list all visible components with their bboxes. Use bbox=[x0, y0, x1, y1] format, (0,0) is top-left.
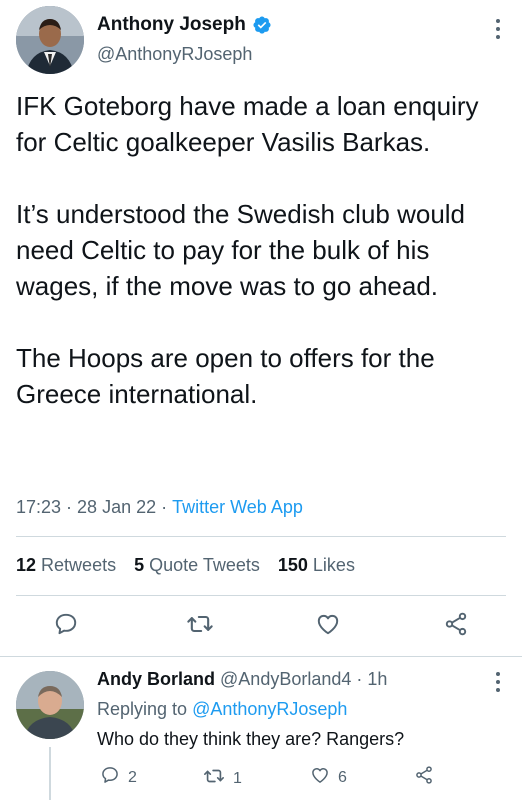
tweet-stats: 12 Retweets 5 Quote Tweets 150 Likes bbox=[16, 555, 355, 576]
meta-separator: · bbox=[156, 497, 173, 517]
tweet-paragraph: The Hoops are open to offers for the Gre… bbox=[16, 343, 435, 409]
like-icon[interactable] bbox=[312, 608, 344, 640]
main-tweet: Anthony Joseph @AnthonyRJoseph IFK Goteb… bbox=[0, 0, 522, 656]
replying-to-handle[interactable]: @AnthonyRJoseph bbox=[192, 699, 347, 719]
share-icon[interactable] bbox=[440, 608, 472, 640]
reply-reply-button[interactable]: 2 bbox=[100, 765, 137, 790]
tweet-paragraph: It’s understood the Swedish club would n… bbox=[16, 199, 466, 301]
reply-header: Andy Borland @AndyBorland4 · 1h bbox=[97, 669, 387, 690]
like-count: 6 bbox=[338, 768, 347, 786]
author-handle[interactable]: @AnthonyRJoseph bbox=[97, 44, 252, 65]
author-avatar[interactable] bbox=[16, 6, 84, 74]
share-icon bbox=[414, 765, 434, 790]
retweet-icon bbox=[203, 765, 225, 792]
reply-actions: 2 1 6 bbox=[0, 765, 522, 789]
verified-badge-icon bbox=[252, 15, 272, 35]
tweet-date[interactable]: 28 Jan 22 bbox=[77, 497, 156, 518]
reply-time[interactable]: · 1h bbox=[356, 669, 387, 689]
divider bbox=[16, 536, 506, 537]
tweet-actions bbox=[0, 608, 522, 644]
tweet-text: IFK Goteborg have made a loan enquiry fo… bbox=[16, 88, 511, 412]
reply-author-avatar[interactable] bbox=[16, 671, 84, 739]
tweet-paragraph: IFK Goteborg have made a loan enquiry fo… bbox=[16, 91, 479, 157]
replying-to: Replying to @AnthonyRJoseph bbox=[97, 699, 348, 719]
likes-stat[interactable]: 150 Likes bbox=[278, 555, 355, 576]
reply-text: Who do they think they are? Rangers? bbox=[97, 729, 405, 749]
reply-like-button[interactable]: 6 bbox=[310, 765, 347, 790]
more-icon[interactable] bbox=[492, 669, 504, 695]
like-icon bbox=[310, 765, 330, 790]
retweet-icon[interactable] bbox=[184, 608, 216, 640]
meta-separator: · bbox=[61, 497, 78, 517]
reply-count: 2 bbox=[128, 768, 137, 786]
reply-icon bbox=[100, 765, 120, 790]
reply-icon[interactable] bbox=[50, 608, 82, 640]
reply-author-handle[interactable]: @AndyBorland4 bbox=[220, 669, 351, 689]
tweet-time[interactable]: 17:23 bbox=[16, 497, 61, 518]
author-name[interactable]: Anthony Joseph bbox=[97, 14, 272, 36]
divider bbox=[16, 595, 506, 596]
reply-retweet-button[interactable]: 1 bbox=[203, 765, 242, 792]
tweet-source-app[interactable]: Twitter Web App bbox=[172, 497, 303, 518]
retweets-stat[interactable]: 12 Retweets bbox=[16, 555, 116, 576]
reply-share-button[interactable] bbox=[414, 765, 434, 790]
retweet-count: 1 bbox=[233, 769, 242, 787]
tweet-meta: 17:23 · 28 Jan 22 · Twitter Web App bbox=[16, 497, 303, 518]
reply-tweet[interactable]: Andy Borland @AndyBorland4 · 1h Replying… bbox=[0, 657, 522, 800]
more-icon[interactable] bbox=[492, 16, 504, 42]
quote-tweets-stat[interactable]: 5 Quote Tweets bbox=[134, 555, 260, 576]
reply-author-name[interactable]: Andy Borland bbox=[97, 669, 215, 689]
